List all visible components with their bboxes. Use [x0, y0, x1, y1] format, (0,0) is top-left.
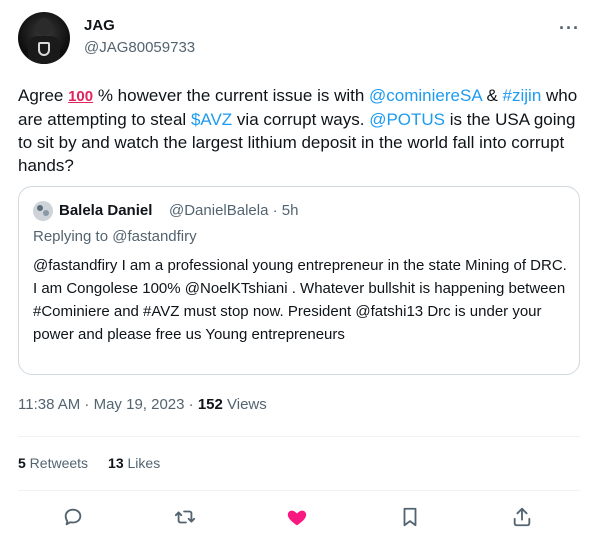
quoted-author-name: Balela Daniel	[59, 202, 153, 219]
tweet-text: Agree 100 % however the current issue is…	[18, 84, 580, 177]
quoted-text: @fastandfiry I am a professional young e…	[33, 257, 567, 343]
tweet-link[interactable]: $AVZ	[191, 110, 232, 129]
tweet-text-segment: via corrupt ways.	[232, 110, 370, 129]
timestamp-row: 11:38 AM · May 19, 2023 · 152 Views	[18, 396, 267, 413]
quoted-tweet[interactable]: Balela Daniel @DanielBalela · 5h Replyin…	[18, 186, 580, 375]
likes-stat[interactable]: 13 Likes	[108, 455, 160, 471]
heart-icon[interactable]	[286, 506, 310, 530]
views-label: Views	[222, 396, 267, 413]
share-icon[interactable]	[511, 506, 535, 530]
avatar[interactable]	[18, 12, 70, 64]
divider	[18, 490, 580, 491]
tweet-link[interactable]: #zijin	[503, 86, 542, 105]
replying-to: Replying to @fastandfiry	[33, 228, 197, 245]
divider	[18, 436, 580, 437]
action-bar	[18, 500, 580, 536]
reply-icon[interactable]	[62, 506, 86, 530]
views-count: 152	[197, 396, 223, 413]
quoted-author-meta: @DanielBalela · 5h	[169, 202, 299, 219]
author-handle[interactable]: @JAG80059733	[84, 39, 195, 56]
engagement-stats: 5 Retweets 13 Likes	[18, 455, 160, 471]
retweet-icon[interactable]	[174, 506, 198, 530]
tweet-text-segment: % however the current issue is with	[93, 86, 370, 105]
bookmark-icon[interactable]	[399, 506, 423, 530]
author-name[interactable]: JAG	[84, 17, 115, 34]
retweets-stat[interactable]: 5 Retweets	[18, 455, 88, 471]
tweet-text-segment: Agree	[18, 86, 69, 105]
tweet-text-segment: &	[481, 86, 503, 105]
tweet-link[interactable]: @cominiereSA	[369, 86, 482, 105]
more-icon[interactable]: ···	[559, 18, 580, 39]
timestamp[interactable]: 11:38 AM · May 19, 2023 ·	[18, 396, 198, 413]
tweet-link[interactable]: @POTUS	[369, 110, 445, 129]
quoted-avatar	[33, 201, 53, 221]
tweet-header: JAG @JAG80059733 ···	[18, 12, 580, 68]
hundred-points-emoji: 100	[68, 88, 94, 105]
